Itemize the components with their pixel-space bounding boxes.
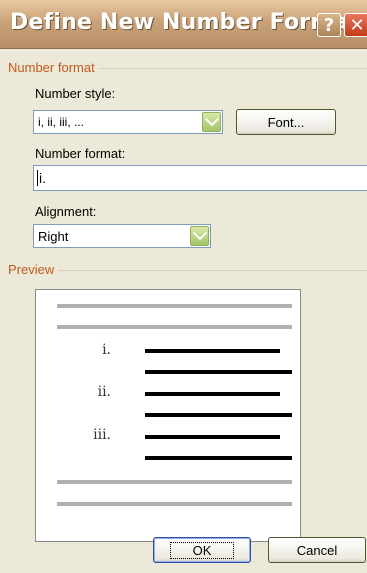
preview-gray-line <box>57 304 292 308</box>
ok-button-label: OK <box>169 541 235 559</box>
ok-button[interactable]: OK <box>153 537 251 563</box>
title-bar[interactable]: Define New Number Format ? ✕ <box>0 0 367 49</box>
preview-black-line <box>145 349 280 353</box>
cancel-button[interactable]: Cancel <box>268 537 366 563</box>
number-format-text: i. <box>39 170 46 186</box>
text-caret <box>37 170 38 186</box>
preview-black-line <box>145 392 280 396</box>
font-button[interactable]: Font... <box>236 109 336 135</box>
preview-number: ii. <box>97 384 111 400</box>
preview-black-line <box>145 435 280 439</box>
help-icon: ? <box>323 14 335 36</box>
preview-gray-line <box>57 480 292 484</box>
preview-gray-line <box>57 325 292 329</box>
preview-number: iii. <box>93 427 111 443</box>
font-button-label: Font... <box>267 114 305 130</box>
alignment-value: Right <box>38 229 69 244</box>
number-format-label: Number format: <box>35 146 126 161</box>
number-format-group-label: Number format <box>8 60 99 75</box>
preview-number: i. <box>102 342 111 358</box>
preview-group-label: Preview <box>8 262 59 277</box>
dialog-title: Define New Number Format <box>10 10 360 35</box>
chevron-down-icon[interactable] <box>202 112 221 132</box>
preview-box: i. ii. iii. <box>35 289 301 542</box>
number-format-group: Number format <box>8 60 367 75</box>
cancel-button-label: Cancel <box>296 542 338 558</box>
preview-black-line <box>145 456 292 460</box>
preview-black-line <box>145 413 292 417</box>
alignment-select[interactable]: Right <box>33 224 211 248</box>
preview-group: Preview <box>8 262 367 277</box>
number-format-value: i. <box>37 170 46 186</box>
close-button[interactable]: ✕ <box>344 13 367 37</box>
alignment-label: Alignment: <box>35 204 97 219</box>
number-format-field[interactable]: i. <box>33 165 367 191</box>
chevron-down-icon[interactable] <box>190 226 209 246</box>
number-style-value: i, ii, iii, ... <box>38 115 85 129</box>
help-button[interactable]: ? <box>317 13 341 37</box>
number-style-select[interactable]: i, ii, iii, ... <box>33 110 223 134</box>
preview-black-line <box>145 370 292 374</box>
number-style-label: Number style: <box>35 86 116 101</box>
preview-gray-line <box>57 502 292 506</box>
close-icon: ✕ <box>349 14 365 36</box>
